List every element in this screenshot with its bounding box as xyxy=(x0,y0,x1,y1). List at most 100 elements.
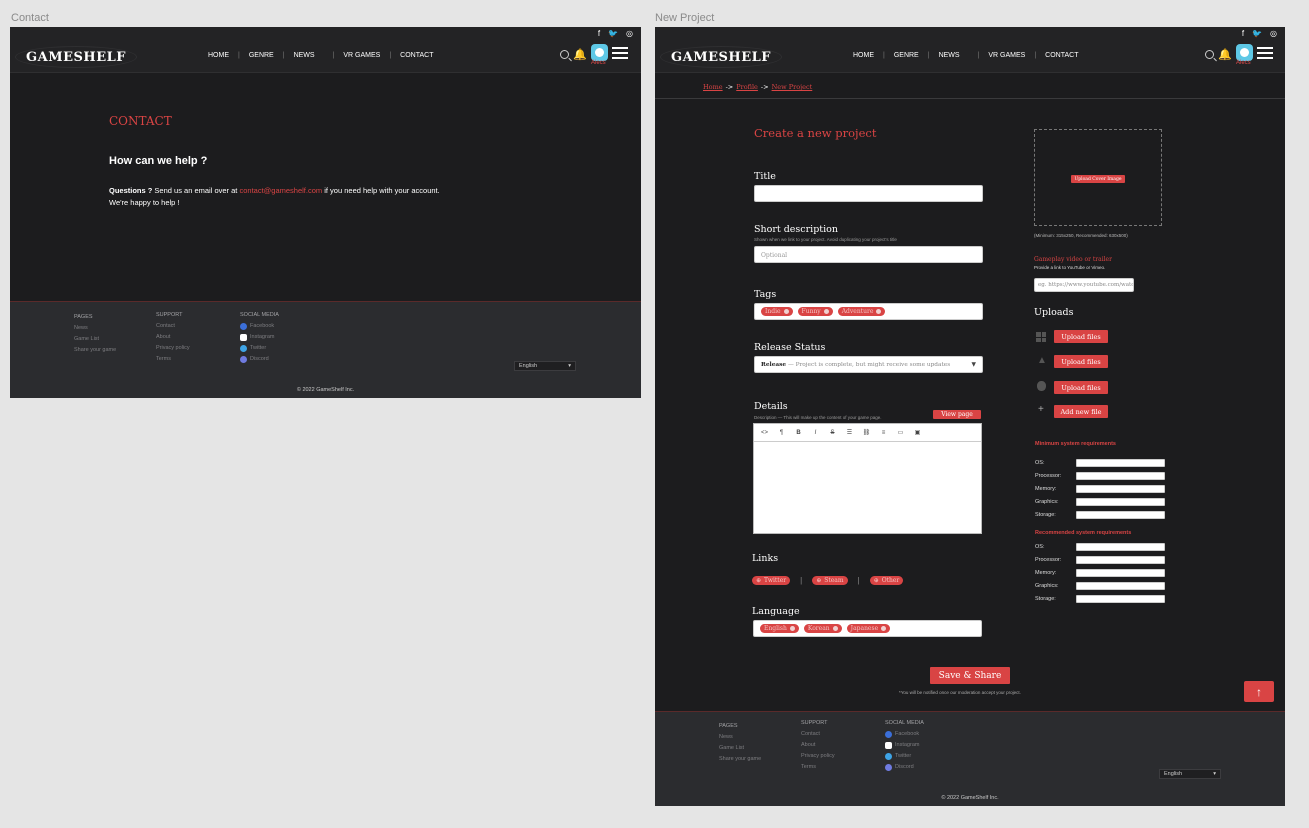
short-description-input[interactable]: Optional xyxy=(754,246,983,263)
language-chip[interactable]: Korean xyxy=(803,624,842,633)
image-icon[interactable]: ▣ xyxy=(909,429,926,436)
footer-link-news[interactable]: News xyxy=(74,323,116,334)
breadcrumb-home[interactable]: Home xyxy=(703,83,723,91)
min-processor-input[interactable] xyxy=(1076,472,1165,480)
nav-news[interactable]: NEWS xyxy=(294,52,315,59)
language-select[interactable]: English ▾ xyxy=(514,361,576,371)
breadcrumb-new-project[interactable]: New Project xyxy=(772,83,813,91)
tags-input[interactable]: Indie Funny Adventure xyxy=(754,303,983,320)
logo[interactable]: GAMESHELF xyxy=(15,46,137,68)
close-icon[interactable] xyxy=(832,626,838,631)
footer-link-privacy[interactable]: Privacy policy xyxy=(801,751,835,762)
footer-discord[interactable]: Discord xyxy=(885,762,924,773)
min-os-input[interactable] xyxy=(1076,459,1165,467)
release-status-select[interactable]: Release — Project is complete, but might… xyxy=(754,356,983,373)
footer-link-terms[interactable]: Terms xyxy=(801,762,835,773)
nav-home[interactable]: HOME xyxy=(853,52,874,59)
min-memory-input[interactable] xyxy=(1076,485,1165,493)
instagram-icon[interactable]: ◎ xyxy=(1270,30,1277,38)
close-icon[interactable] xyxy=(881,626,887,631)
footer-link-news[interactable]: News xyxy=(719,732,761,743)
save-share-button[interactable]: Save & Share xyxy=(930,667,1010,684)
upload-cover-button[interactable]: Upload Cover Image xyxy=(1071,175,1125,183)
bell-icon[interactable]: 🔔 xyxy=(573,48,587,61)
add-new-file-button[interactable]: Add new file xyxy=(1054,405,1108,418)
footer-discord[interactable]: Discord xyxy=(240,354,279,365)
email-link[interactable]: contact@gameshelf.com xyxy=(239,186,322,195)
footer-link-privacy[interactable]: Privacy policy xyxy=(156,343,190,354)
footer-facebook[interactable]: Facebook xyxy=(240,321,279,332)
nav-vr-games[interactable]: VR GAMES xyxy=(988,52,1025,59)
footer-instagram[interactable]: Instagram xyxy=(240,332,279,343)
footer-facebook[interactable]: Facebook xyxy=(885,729,924,740)
footer-link-share[interactable]: Share your game xyxy=(719,754,761,765)
avatar[interactable] xyxy=(1235,44,1253,61)
upload-mac-button[interactable]: Upload files xyxy=(1054,381,1108,394)
bell-icon[interactable]: 🔔 xyxy=(1218,48,1232,61)
link-icon[interactable]: ⛓ xyxy=(858,429,875,436)
tag-chip[interactable]: Indie xyxy=(761,307,793,316)
search-icon[interactable] xyxy=(560,50,569,59)
footer-link-contact[interactable]: Contact xyxy=(156,321,190,332)
menu-icon[interactable] xyxy=(1256,47,1273,59)
rec-graphics-input[interactable] xyxy=(1076,582,1165,590)
footer-link-game-list[interactable]: Game List xyxy=(719,743,761,754)
facebook-icon[interactable]: f xyxy=(1242,30,1244,38)
italic-icon[interactable]: I xyxy=(807,430,824,436)
tag-chip[interactable]: Funny xyxy=(797,307,833,316)
language-chip[interactable]: English xyxy=(760,624,799,633)
instagram-icon[interactable]: ◎ xyxy=(626,30,633,38)
scroll-top-button[interactable]: ↑ xyxy=(1244,681,1274,702)
footer-link-terms[interactable]: Terms xyxy=(156,354,190,365)
video-url-input[interactable]: eg. https://www.youtube.com/watch?v=d xyxy=(1034,278,1134,292)
footer-link-about[interactable]: About xyxy=(156,332,190,343)
search-icon[interactable] xyxy=(1205,50,1214,59)
tag-chip[interactable]: Adventure xyxy=(837,307,886,316)
nav-genre[interactable]: GENRE xyxy=(249,52,274,59)
nav-contact[interactable]: CONTACT xyxy=(400,52,433,59)
upload-windows-button[interactable]: Upload files xyxy=(1054,330,1108,343)
min-graphics-input[interactable] xyxy=(1076,498,1165,506)
nav-vr-games[interactable]: VR GAMES xyxy=(343,52,380,59)
rec-os-input[interactable] xyxy=(1076,543,1165,551)
logo[interactable]: GAMESHELF xyxy=(660,46,782,68)
list-icon[interactable]: ☰ xyxy=(841,429,858,436)
align-icon[interactable]: ≡ xyxy=(875,430,892,436)
view-page-button[interactable]: View page xyxy=(933,410,981,419)
language-chip[interactable]: Japanese xyxy=(846,624,891,633)
title-input[interactable] xyxy=(754,185,983,202)
close-icon[interactable] xyxy=(789,626,795,631)
facebook-icon[interactable]: f xyxy=(598,30,600,38)
upload-linux-button[interactable]: Upload files xyxy=(1054,355,1108,368)
footer-twitter[interactable]: Twitter xyxy=(240,343,279,354)
min-storage-input[interactable] xyxy=(1076,511,1165,519)
footer-link-contact[interactable]: Contact xyxy=(801,729,835,740)
embed-icon[interactable]: ▭ xyxy=(892,429,909,436)
avatar[interactable] xyxy=(590,44,608,61)
paragraph-icon[interactable]: ¶ xyxy=(773,430,790,436)
nav-home[interactable]: HOME xyxy=(208,52,229,59)
nav-genre[interactable]: GENRE xyxy=(894,52,919,59)
footer-link-about[interactable]: About xyxy=(801,740,835,751)
language-select[interactable]: English ▾ xyxy=(1159,769,1221,779)
cover-image-dropzone[interactable]: Upload Cover Image xyxy=(1034,129,1162,226)
language-input[interactable]: English Korean Japanese xyxy=(753,620,982,637)
footer-twitter[interactable]: Twitter xyxy=(885,751,924,762)
bold-icon[interactable]: B xyxy=(790,430,807,436)
link-other-button[interactable]: ⊕ Other xyxy=(869,576,904,585)
rec-processor-input[interactable] xyxy=(1076,556,1165,564)
close-icon[interactable] xyxy=(876,309,882,314)
footer-link-share[interactable]: Share your game xyxy=(74,345,116,356)
footer-link-game-list[interactable]: Game List xyxy=(74,334,116,345)
close-icon[interactable] xyxy=(783,309,789,314)
details-editor[interactable]: <> ¶ B I S ☰ ⛓ ≡ ▭ ▣ xyxy=(753,423,982,534)
breadcrumb-profile[interactable]: Profile xyxy=(736,83,758,91)
strikethrough-icon[interactable]: S xyxy=(824,430,841,436)
twitter-icon[interactable]: 🐦 xyxy=(1252,30,1262,38)
rec-memory-input[interactable] xyxy=(1076,569,1165,577)
link-steam-button[interactable]: ⊕ Steam xyxy=(812,576,848,585)
nav-contact[interactable]: CONTACT xyxy=(1045,52,1078,59)
footer-instagram[interactable]: Instagram xyxy=(885,740,924,751)
code-icon[interactable]: <> xyxy=(756,430,773,436)
twitter-icon[interactable]: 🐦 xyxy=(608,30,618,38)
